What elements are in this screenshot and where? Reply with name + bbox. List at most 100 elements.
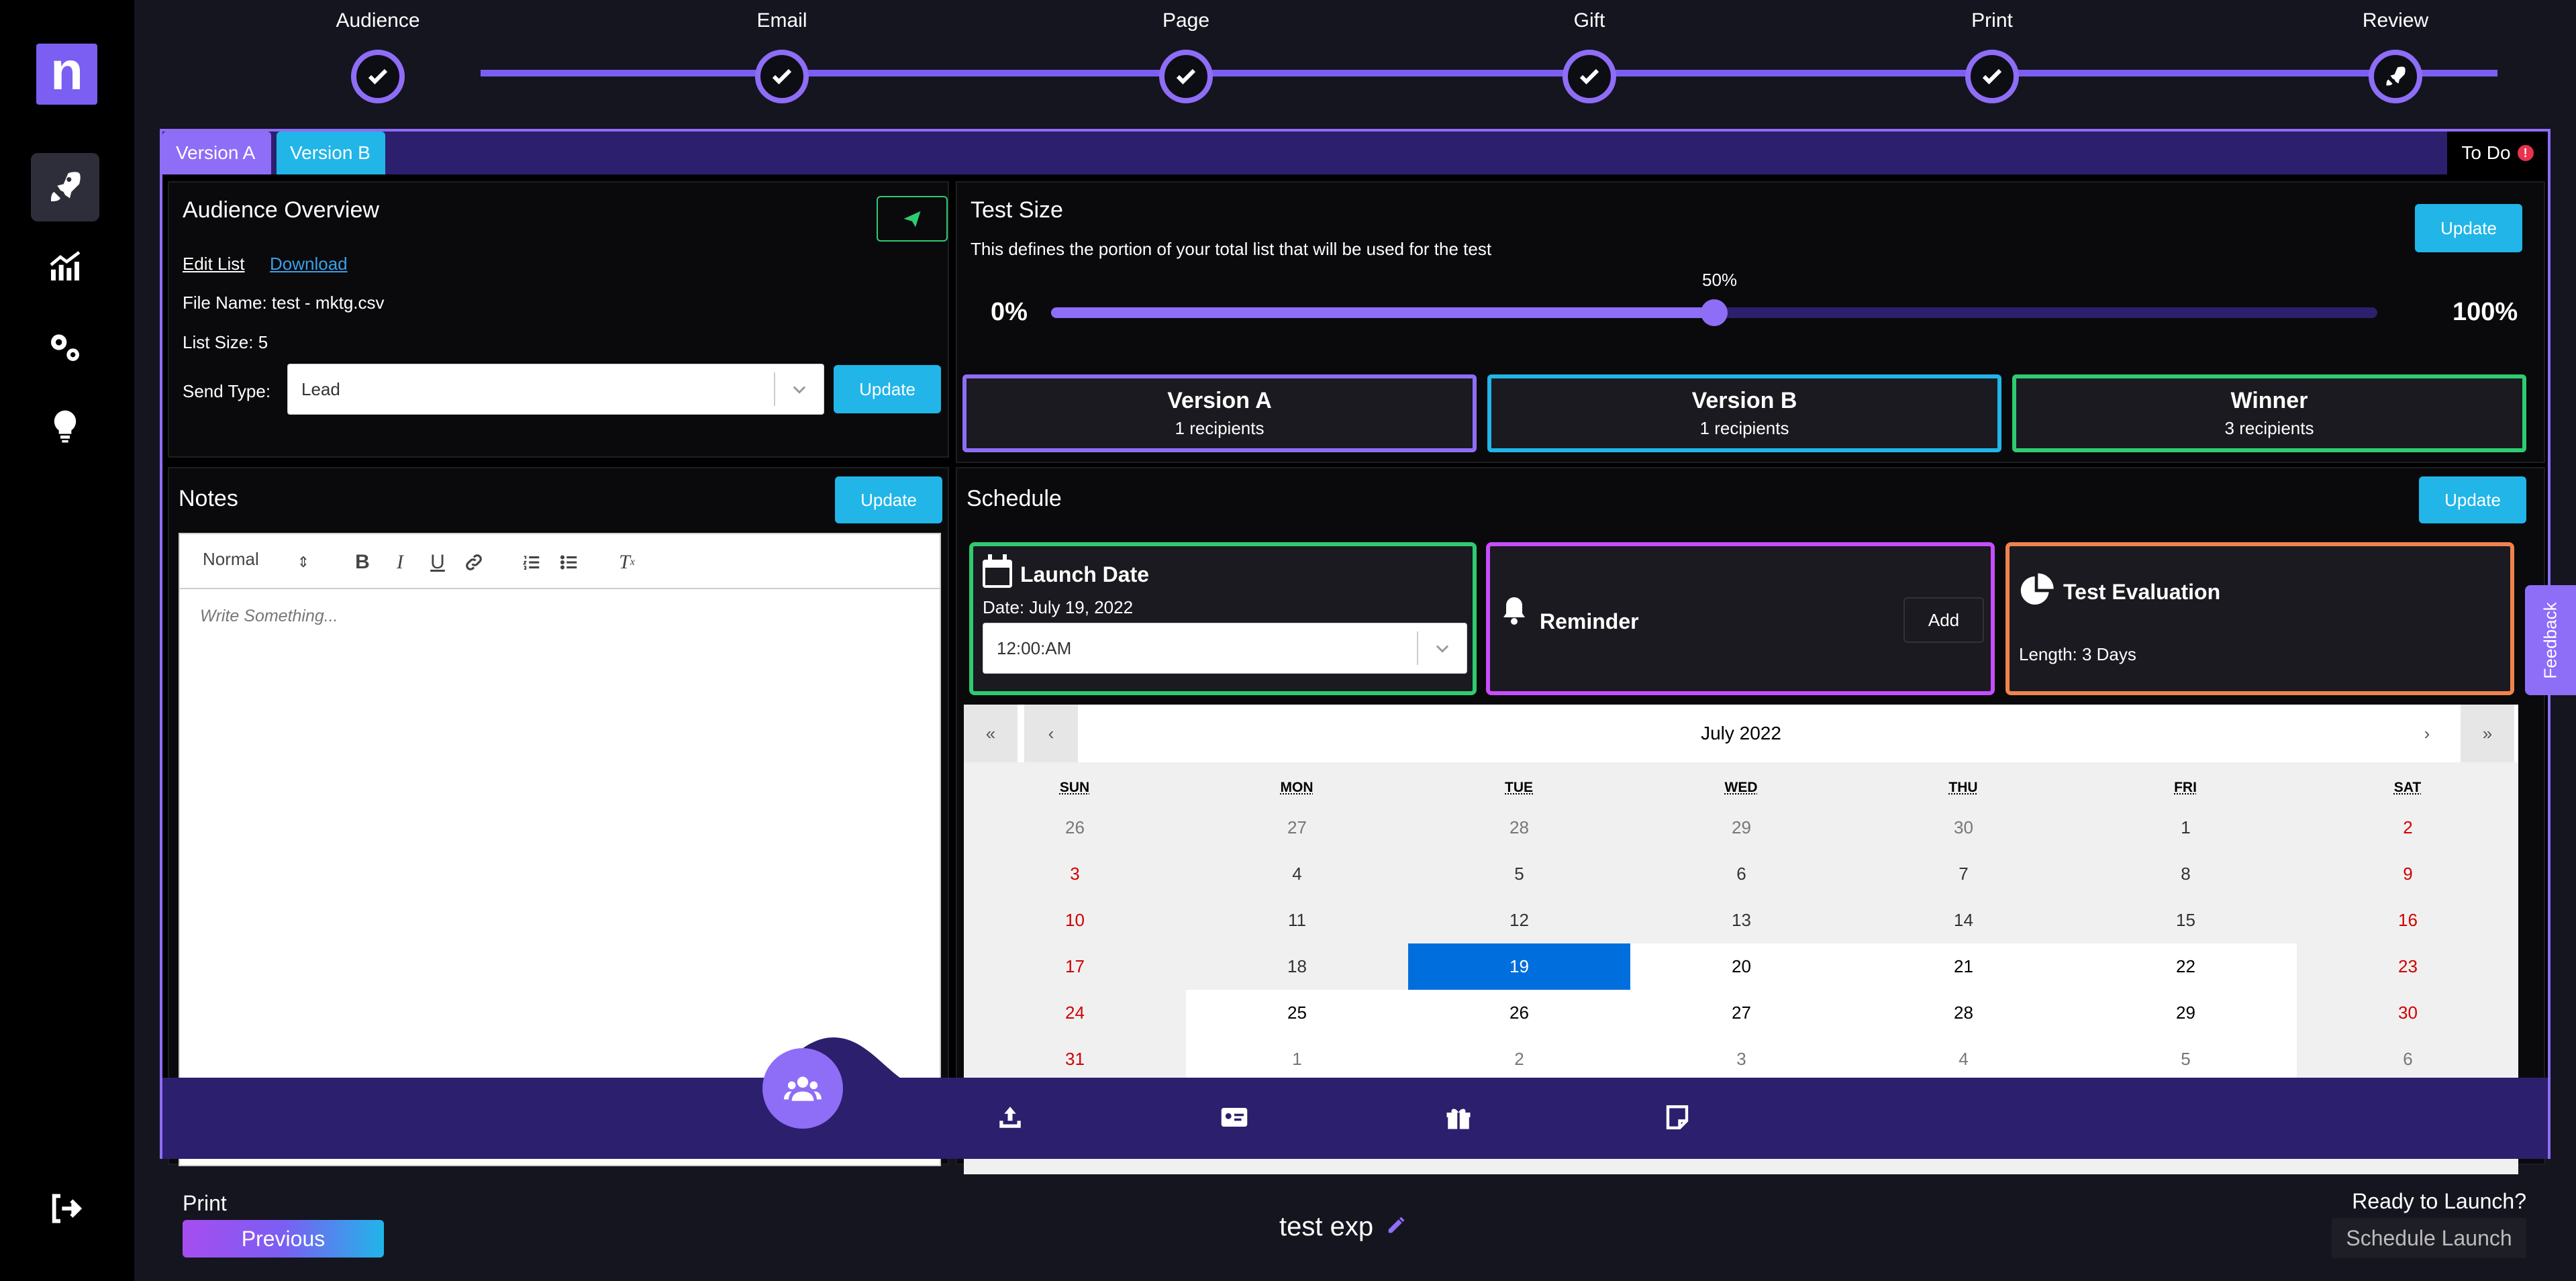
calendar-day[interactable]: 2 (2297, 805, 2518, 851)
calendar-day[interactable]: 2 (1408, 1036, 1630, 1082)
calendar-day[interactable]: 6 (1630, 851, 1852, 897)
calendar-day[interactable]: 28 (1408, 805, 1630, 851)
calendar-weekday: WED (1724, 780, 1758, 795)
calendar-day[interactable]: 29 (2075, 990, 2297, 1036)
calendar-day[interactable]: 19 (1408, 943, 1630, 990)
calendar-day[interactable]: 9 (2297, 851, 2518, 897)
reminder-add-button[interactable]: Add (1903, 597, 1984, 643)
sidebar-item-ideas[interactable] (31, 392, 99, 460)
tab-version-a[interactable]: Version A (162, 132, 271, 174)
calendar-day[interactable]: 12 (1408, 897, 1630, 943)
tab-version-b[interactable]: Version B (277, 132, 385, 174)
calendar-day[interactable]: 11 (1186, 897, 1408, 943)
nav-audience-button[interactable] (762, 1048, 843, 1129)
calendar-day[interactable]: 18 (1186, 943, 1408, 990)
send-type-select[interactable]: Lead (287, 364, 824, 415)
calendar-day[interactable]: 28 (1852, 990, 2075, 1036)
editor-toolbar: Normal ⇕ B I U Tx (179, 533, 941, 589)
calendar-day[interactable]: 27 (1630, 990, 1852, 1036)
calendar-day[interactable]: 4 (1852, 1036, 2075, 1082)
project-name[interactable]: test exp (1279, 1212, 1406, 1242)
calendar-weekday: THU (1948, 780, 1978, 795)
calendar-day[interactable]: 26 (964, 805, 1186, 851)
notes-update-button[interactable]: Update (835, 476, 942, 523)
calendar-day[interactable]: 30 (2297, 990, 2518, 1036)
calendar-day[interactable]: 24 (964, 990, 1186, 1036)
logo[interactable]: n (36, 44, 97, 105)
edit-pencil-icon[interactable] (1386, 1215, 1406, 1235)
calendar-day[interactable]: 17 (964, 943, 1186, 990)
link-icon[interactable] (460, 549, 487, 576)
calendar-day[interactable]: 6 (2297, 1036, 2518, 1082)
calendar-day[interactable]: 15 (2075, 897, 2297, 943)
calendar-day[interactable]: 29 (1630, 805, 1852, 851)
calendar-prev-month[interactable]: ‹ (1024, 705, 1078, 762)
calendar-day[interactable]: 20 (1630, 943, 1852, 990)
bold-icon[interactable]: B (349, 549, 376, 576)
sidebar-item-launch[interactable] (31, 153, 99, 221)
calendar-day[interactable]: 31 (964, 1036, 1186, 1082)
calendar-day[interactable]: 1 (1186, 1036, 1408, 1082)
reminder-card: Reminder Add (1486, 542, 1995, 695)
check-icon (1176, 68, 1196, 85)
calendar-next-year[interactable]: » (2461, 705, 2514, 762)
slider-max-label: 100% (2453, 298, 2518, 326)
logout-button[interactable] (31, 1174, 99, 1243)
test-size-title: Test Size (971, 197, 1063, 223)
underline-icon[interactable]: U (424, 549, 451, 576)
calendar-day[interactable]: 13 (1630, 897, 1852, 943)
chevron-down-icon (774, 372, 824, 406)
calendar-day[interactable]: 30 (1852, 805, 2075, 851)
clear-format-icon[interactable]: Tx (613, 549, 640, 576)
calendar-prev-year[interactable]: « (964, 705, 1018, 762)
audience-update-button[interactable]: Update (834, 365, 941, 413)
calendar-day[interactable]: 21 (1852, 943, 2075, 990)
calendar-day[interactable]: 27 (1186, 805, 1408, 851)
nav-notes-button[interactable] (1661, 1100, 1694, 1134)
feedback-tab[interactable]: Feedback (2525, 585, 2576, 695)
edit-list-link[interactable]: Edit List (183, 254, 245, 274)
calendar-next-month[interactable]: › (2400, 705, 2454, 762)
previous-button[interactable]: Previous (183, 1220, 384, 1258)
download-link[interactable]: Download (270, 254, 348, 274)
calendar-day[interactable]: 14 (1852, 897, 2075, 943)
launch-date-card: Launch Date Date: July 19, 2022 12:00:AM (969, 542, 1477, 695)
todo-button[interactable]: To Do ! (2447, 132, 2548, 174)
calendar-day[interactable]: 5 (2075, 1036, 2297, 1082)
calendar-day[interactable]: 4 (1186, 851, 1408, 897)
test-evaluation-card: Test Evaluation Length: 3 Days (2005, 542, 2514, 695)
calendar-day[interactable]: 10 (964, 897, 1186, 943)
schedule-launch-button[interactable]: Schedule Launch (2332, 1218, 2526, 1258)
calendar-weekday: SUN (1059, 780, 1090, 795)
send-test-button[interactable] (877, 196, 948, 242)
italic-icon[interactable]: I (387, 549, 413, 576)
sidebar-item-settings[interactable] (31, 313, 99, 381)
test-size-slider[interactable] (1051, 299, 2377, 326)
nav-gift-button[interactable] (1442, 1100, 1475, 1134)
calendar-day[interactable]: 1 (2075, 805, 2297, 851)
bullet-list-icon[interactable] (556, 549, 583, 576)
calendar-day[interactable]: 3 (964, 851, 1186, 897)
calendar-month[interactable]: July 2022 (964, 705, 2518, 762)
calendar-day[interactable]: 22 (2075, 943, 2297, 990)
calendar-day[interactable]: 8 (2075, 851, 2297, 897)
format-select[interactable]: Normal (203, 549, 259, 570)
calendar-day[interactable]: 23 (2297, 943, 2518, 990)
slider-thumb[interactable] (1701, 299, 1728, 326)
nav-page-button[interactable] (1218, 1100, 1251, 1134)
step-circle (1965, 50, 2019, 103)
launch-time-select[interactable]: 12:00:AM (983, 623, 1467, 674)
calendar-day[interactable]: 25 (1186, 990, 1408, 1036)
calendar-day[interactable]: 7 (1852, 851, 2075, 897)
nav-upload-button[interactable] (993, 1100, 1027, 1134)
ordered-list-icon[interactable] (518, 549, 545, 576)
calendar-day[interactable]: 26 (1408, 990, 1630, 1036)
calendar-day[interactable]: 5 (1408, 851, 1630, 897)
sidebar-item-analytics[interactable] (31, 232, 99, 301)
reminder-title: Reminder (1540, 609, 1639, 633)
launch-time-value: 12:00:AM (997, 637, 1072, 658)
calendar-day[interactable]: 3 (1630, 1036, 1852, 1082)
test-size-update-button[interactable]: Update (2415, 204, 2522, 252)
calendar-day[interactable]: 16 (2297, 897, 2518, 943)
schedule-update-button[interactable]: Update (2419, 476, 2526, 523)
